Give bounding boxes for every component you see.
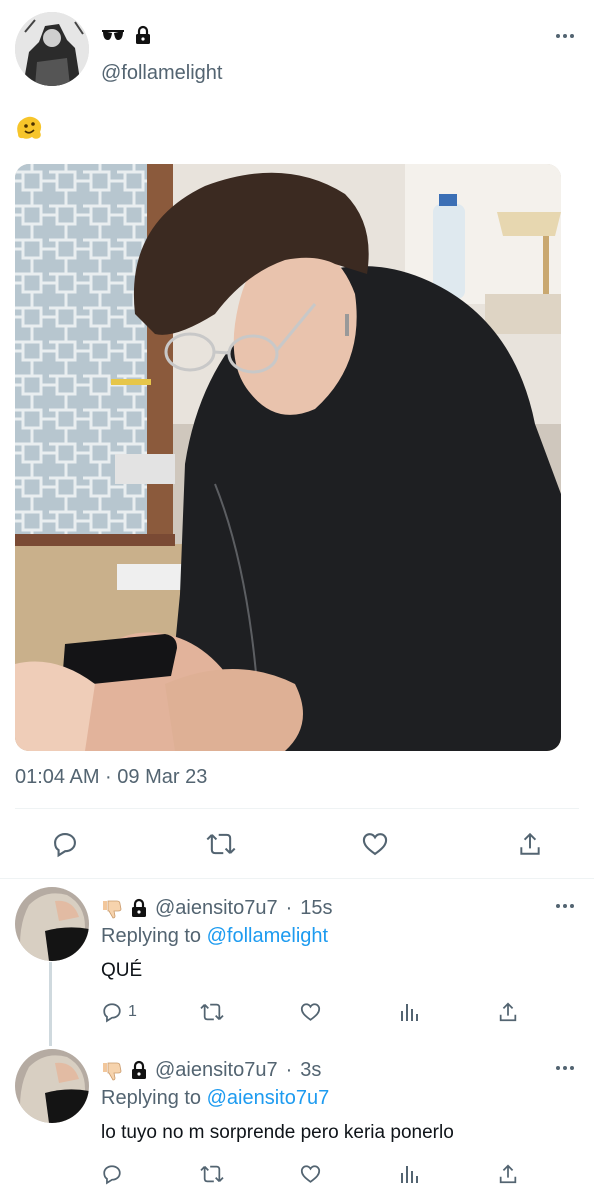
reply-avatar[interactable]	[15, 887, 89, 961]
divider	[0, 878, 594, 879]
more-icon[interactable]	[556, 904, 574, 908]
lock-icon	[131, 1060, 147, 1080]
reply-author-header[interactable]: @aiensito7u7 · 15s	[101, 896, 333, 920]
replying-to-line: Replying to @aiensito7u7	[101, 1087, 329, 1110]
thumbs-down-emoji	[101, 1059, 123, 1081]
share-icon[interactable]	[517, 830, 543, 858]
analytics-icon[interactable]	[399, 1163, 421, 1185]
more-icon[interactable]	[556, 1066, 574, 1070]
reply-time[interactable]: 3s	[300, 1059, 321, 1082]
sunglasses-emoji	[101, 28, 125, 42]
author-display-name[interactable]	[101, 24, 151, 46]
reply-time[interactable]: 15s	[300, 897, 332, 920]
like-icon[interactable]	[299, 1001, 322, 1023]
replying-to-mention[interactable]: @follamelight	[207, 925, 328, 947]
reply-text: QUÉ	[101, 960, 143, 981]
like-icon[interactable]	[361, 830, 389, 858]
separator-dot: ·	[285, 896, 293, 919]
thumbs-down-emoji	[101, 897, 123, 919]
reply-icon[interactable]	[101, 1163, 123, 1185]
lock-icon	[135, 25, 151, 45]
reply-icon[interactable]	[51, 830, 79, 858]
like-icon[interactable]	[299, 1163, 322, 1185]
replying-to-label: Replying to	[101, 925, 202, 947]
tweet-media-photo[interactable]	[15, 164, 561, 751]
reply-handle: @aiensito7u7	[155, 896, 278, 919]
separator-dot: ·	[285, 1058, 293, 1081]
retweet-icon[interactable]	[199, 1001, 225, 1023]
reply-count: 1	[128, 1003, 137, 1020]
reply-icon[interactable]	[101, 1001, 123, 1023]
lock-icon	[131, 898, 147, 918]
retweet-icon[interactable]	[205, 830, 237, 858]
retweet-icon[interactable]	[199, 1163, 225, 1185]
replying-to-mention[interactable]: @aiensito7u7	[207, 1087, 330, 1109]
thread-line	[49, 962, 52, 1046]
author-avatar[interactable]	[15, 12, 89, 86]
reply-avatar[interactable]	[15, 1049, 89, 1123]
melting-face-emoji	[15, 114, 43, 142]
replying-to-line: Replying to @follamelight	[101, 925, 328, 948]
reply-handle: @aiensito7u7	[155, 1058, 278, 1081]
replying-to-label: Replying to	[101, 1087, 202, 1109]
share-icon[interactable]	[497, 1163, 519, 1185]
author-handle[interactable]: @follamelight	[101, 62, 222, 85]
reply-author-header[interactable]: @aiensito7u7 · 3s	[101, 1058, 321, 1082]
reply-text: lo tuyo no m sorprende pero keria ponerl…	[101, 1122, 454, 1143]
analytics-icon[interactable]	[399, 1001, 421, 1023]
tweet-timestamp[interactable]: 01:04 AM · 09 Mar 23	[15, 766, 207, 789]
more-icon[interactable]	[556, 34, 574, 38]
share-icon[interactable]	[497, 1001, 519, 1023]
divider	[15, 808, 579, 809]
